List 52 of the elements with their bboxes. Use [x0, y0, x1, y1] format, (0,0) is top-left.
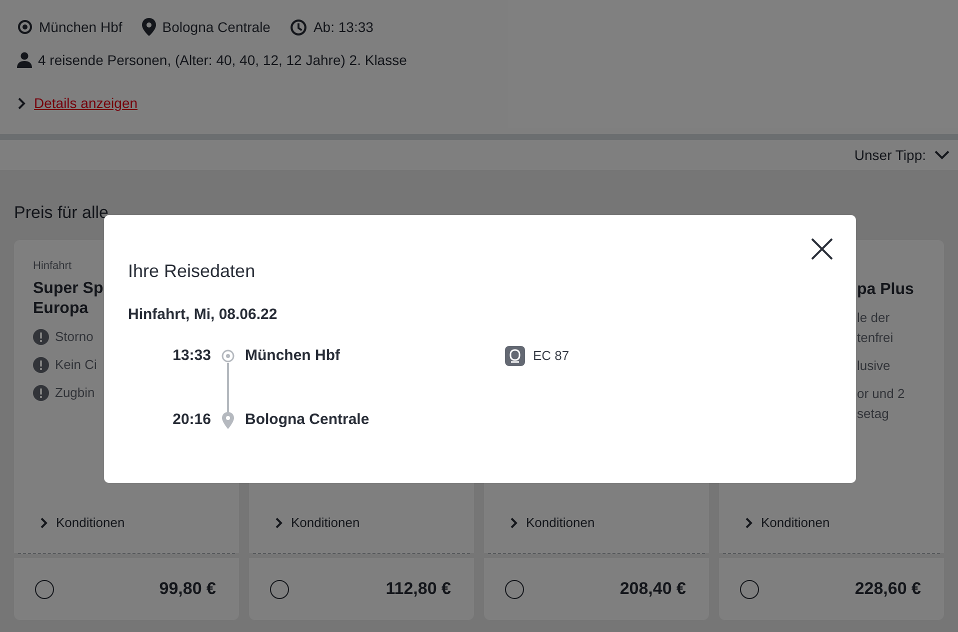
feature-text: le der tenfrei [857, 309, 894, 347]
origin-circle-icon [221, 349, 235, 363]
stop-time: 13:33 [172, 346, 211, 366]
feature-text: or und 2 setag [857, 385, 905, 423]
clock-icon [290, 18, 308, 36]
origin-station: München Hbf [39, 18, 122, 36]
price-text: 228,60 € [854, 578, 922, 600]
stop-time: 20:16 [172, 410, 211, 430]
person-icon [17, 52, 32, 68]
alert-icon [33, 384, 49, 400]
alert-icon [33, 356, 49, 372]
conditions-toggle[interactable]: Konditionen [14, 511, 239, 535]
conditions-toggle[interactable]: Konditionen [249, 511, 474, 535]
conditions-toggle[interactable]: Konditionen [719, 511, 944, 535]
train-number: EC 87 [533, 347, 570, 366]
chevron-right-icon [17, 96, 26, 110]
chevron-right-icon [745, 517, 753, 529]
alert-icon [33, 328, 49, 344]
chevron-right-icon [40, 517, 48, 529]
feature-text: lusive [857, 357, 890, 375]
conditions-toggle[interactable]: Konditionen [484, 511, 709, 535]
leg-heading: Hinfahrt, Mi, 08.06.22 [128, 305, 278, 325]
radio-button[interactable] [35, 580, 54, 598]
location-pin-icon [221, 412, 235, 428]
radio-button[interactable] [740, 580, 759, 598]
price-text: 112,80 € [386, 578, 452, 600]
section-heading: Preis für alle [14, 202, 110, 224]
chevron-down-icon [934, 150, 950, 160]
sort-dropdown[interactable]: Unser Tipp: [854, 144, 950, 166]
radio-button[interactable] [270, 580, 289, 598]
offer-title: pa Plus [857, 280, 914, 300]
offer-title: Super Sp Europa [33, 278, 104, 318]
dialog-title: Ihre Reisedaten [128, 260, 256, 283]
feature-text: Zugbin [55, 384, 95, 402]
chevron-right-icon [275, 517, 283, 529]
feature-text: Kein Ci [55, 356, 97, 374]
price-text: 208,40 € [620, 578, 687, 600]
feature-text: Storno [55, 328, 94, 346]
chevron-right-icon [510, 517, 518, 529]
details-link[interactable]: Details anzeigen [34, 92, 138, 114]
price-text: 99,80 € [159, 578, 217, 600]
destination-station: Bologna Centrale [162, 18, 270, 37]
travellers-info: 4 reisende Personen, (Alter: 40, 40, 12, 12 Jahre) 2. Klasse [38, 50, 407, 70]
location-pin-icon [142, 18, 156, 36]
departure-time: Ab: 13:33 [313, 18, 374, 36]
radio-button[interactable] [505, 580, 524, 598]
train-icon [505, 346, 525, 366]
direction-label: Hinfahrt [33, 259, 72, 274]
close-icon[interactable] [811, 238, 833, 260]
station-name: Bologna Centrale [245, 410, 370, 430]
station-name: München Hbf [245, 346, 341, 366]
target-icon [17, 19, 33, 35]
